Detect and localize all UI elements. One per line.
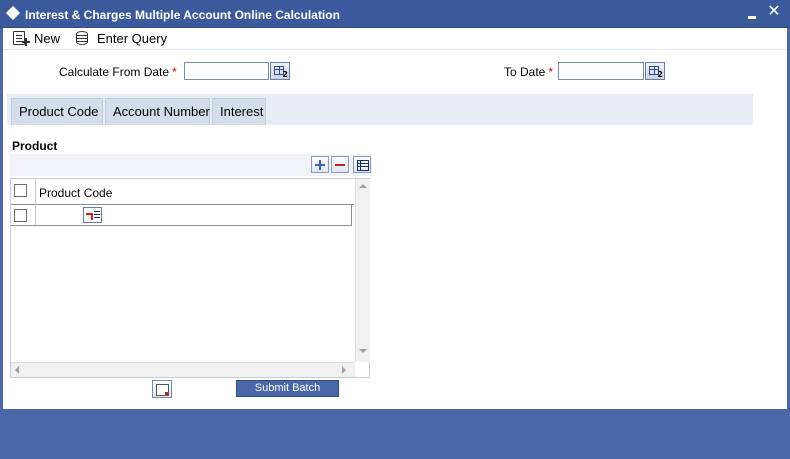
- to-date-input[interactable]: [558, 62, 644, 80]
- new-button[interactable]: New: [13, 29, 60, 47]
- form-content: New Enter Query Calculate From Date * 2 T…: [3, 28, 787, 409]
- calendar-number: 2: [282, 70, 288, 79]
- window: Interest & Charges Multiple Account Onli…: [0, 0, 790, 459]
- grid-header: Product Code: [11, 179, 354, 205]
- toolbar: New Enter Query: [3, 28, 787, 50]
- tab-interest[interactable]: Interest: [212, 98, 266, 125]
- to-date-label: To Date *: [504, 65, 553, 79]
- tab-account-number[interactable]: Account Number: [105, 98, 210, 125]
- add-row-button[interactable]: [311, 156, 329, 173]
- tab-product-code[interactable]: Product Code: [11, 98, 103, 125]
- grid-toolbar: [10, 154, 372, 176]
- product-grid: Product Code: [10, 178, 370, 378]
- scroll-right-arrow-icon[interactable]: [342, 366, 346, 374]
- calendar-number: 2: [657, 70, 663, 79]
- title-bar: Interest & Charges Multiple Account Onli…: [0, 0, 790, 28]
- new-button-label: New: [34, 30, 61, 46]
- to-date-label-text: To Date: [504, 65, 546, 79]
- enter-query-button-label: Enter Query: [97, 30, 168, 46]
- list-of-values-icon[interactable]: [83, 207, 102, 223]
- to-date-calendar-button[interactable]: 2: [645, 62, 665, 80]
- required-marker: *: [548, 65, 554, 79]
- calculate-from-date-label: Calculate From Date *: [59, 65, 177, 79]
- vertical-scrollbar[interactable]: [355, 179, 370, 362]
- scroll-left-arrow-icon[interactable]: [15, 366, 19, 374]
- scroll-up-arrow-icon[interactable]: [359, 184, 367, 188]
- column-header-product-code[interactable]: Product Code: [35, 179, 354, 205]
- scroll-down-arrow-icon[interactable]: [359, 349, 367, 353]
- fields-icon[interactable]: [152, 380, 172, 398]
- new-document-icon: [13, 31, 30, 46]
- database-query-icon: [76, 31, 92, 45]
- calculate-from-date-input[interactable]: [184, 62, 269, 80]
- required-marker: *: [172, 65, 177, 79]
- close-button[interactable]: ✕: [765, 2, 783, 20]
- window-title: Interest & Charges Multiple Account Onli…: [25, 8, 340, 22]
- calculate-from-date-calendar-button[interactable]: 2: [270, 62, 290, 80]
- single-record-view-button[interactable]: [353, 156, 371, 173]
- submit-batch-button[interactable]: Submit Batch: [236, 380, 339, 397]
- horizontal-scrollbar[interactable]: [11, 362, 355, 377]
- product-section-heading: Product: [12, 139, 58, 153]
- app-diamond-icon: [5, 5, 21, 21]
- delete-row-button[interactable]: [331, 156, 349, 173]
- table-row: [11, 205, 352, 226]
- minimize-button[interactable]: [746, 6, 758, 20]
- row-checkbox[interactable]: [14, 209, 27, 222]
- enter-query-button[interactable]: Enter Query: [76, 29, 167, 47]
- calculate-from-date-label-text: Calculate From Date: [59, 65, 170, 79]
- tab-bar: Product Code Account Number Interest: [7, 94, 753, 125]
- select-all-checkbox[interactable]: [14, 184, 27, 197]
